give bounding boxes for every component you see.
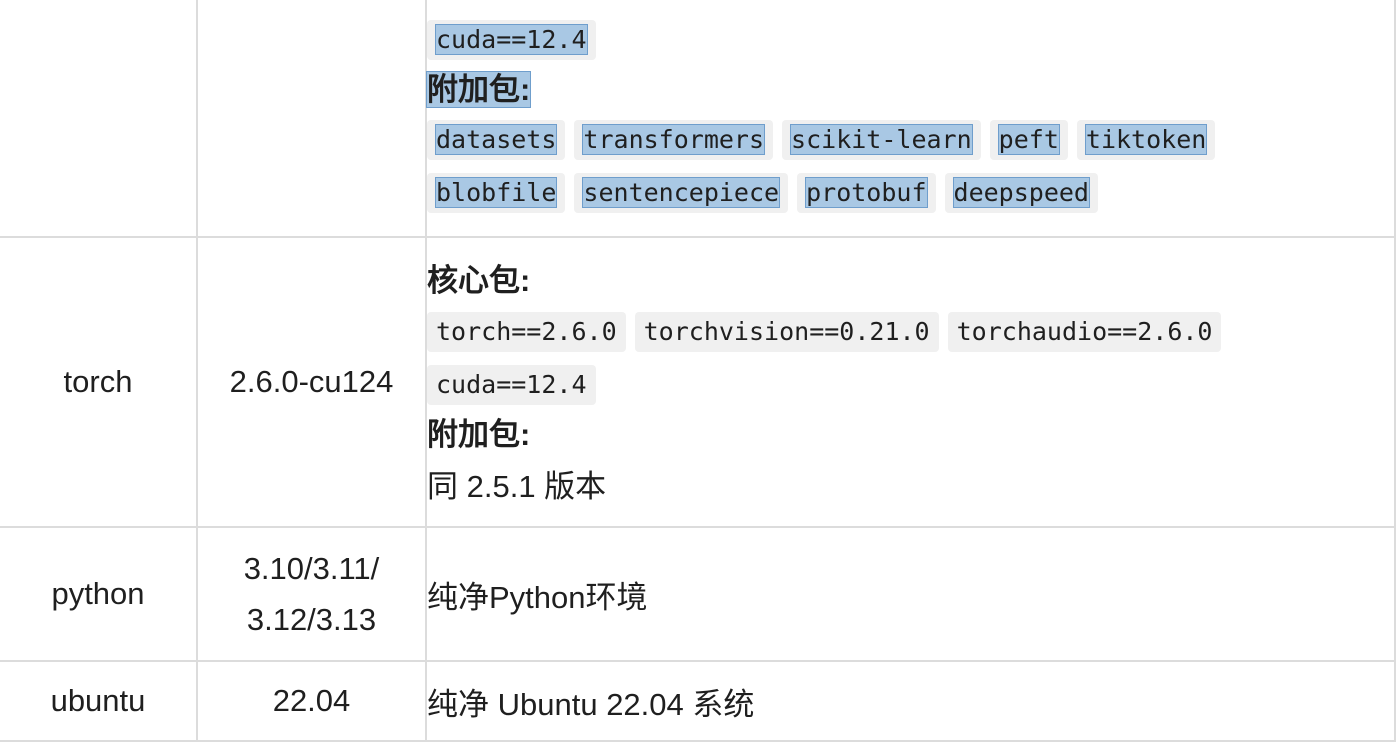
table-row: torch 2.6.0-cu124 核心包: torch==2.6.0 torch…	[0, 236, 1396, 528]
version-line: 3.12/3.13	[246, 602, 377, 637]
package-chip: blobfile	[427, 173, 566, 213]
package-chip: cuda==12.4	[427, 365, 596, 405]
env-description-cell: 纯净Python环境	[425, 526, 1396, 662]
env-description-cell: cuda==12.4 附加包: datasets transformers scik…	[425, 0, 1396, 238]
extra-packages-note: 同 2.5.1 版本	[427, 469, 607, 504]
env-name-cell: torch	[0, 236, 198, 528]
extra-packages-heading: 附加包:	[425, 71, 532, 108]
package-chip: protobuf	[797, 173, 936, 213]
env-version-cell: 22.04	[196, 660, 427, 742]
table-row: python 3.10/3.11/ 3.12/3.13 纯净Python环境	[0, 526, 1396, 662]
core-package-list: torch==2.6.0 torchvision==0.21.0 torchaudi…	[427, 312, 1394, 418]
core-packages-heading: 核心包:	[427, 263, 531, 298]
table-row: cuda==12.4 附加包: datasets transformers scik…	[0, 0, 1396, 238]
package-chip: transformers	[574, 120, 774, 160]
env-description-cell: 纯净 Ubuntu 22.04 系统	[425, 660, 1396, 742]
package-chip: sentencepiece	[574, 173, 789, 213]
package-chip: deepspeed	[944, 173, 1098, 213]
package-chip: scikit-learn	[782, 120, 981, 160]
env-name-cell: ubuntu	[0, 660, 198, 742]
extra-package-list: datasets transformers scikit-learn peft tikt…	[427, 120, 1394, 226]
package-chip: cuda==12.4	[427, 20, 596, 60]
table-row: ubuntu 22.04 纯净 Ubuntu 22.04 系统	[0, 660, 1396, 742]
package-chip: tiktoken	[1076, 120, 1216, 160]
environment-table: cuda==12.4 附加包: datasets transformers scik…	[0, 0, 1396, 742]
env-version-cell: 2.6.0-cu124	[196, 236, 427, 528]
env-description-cell: 核心包: torch==2.6.0 torchvision==0.21.0 torc…	[425, 236, 1396, 528]
env-version-cell: 3.10/3.11/ 3.12/3.13	[196, 526, 427, 662]
extra-packages-heading: 附加包:	[427, 417, 531, 452]
env-name-cell: python	[0, 526, 198, 662]
package-chip: datasets	[427, 120, 566, 160]
package-chip: torch==2.6.0	[427, 312, 626, 352]
version-line: 3.10/3.11/	[243, 551, 380, 586]
env-version-cell	[196, 0, 427, 238]
env-name-cell	[0, 0, 198, 238]
package-chip: torchaudio==2.6.0	[947, 312, 1222, 352]
package-chip: peft	[989, 120, 1068, 160]
core-package-list: cuda==12.4	[427, 20, 1394, 73]
package-chip: torchvision==0.21.0	[634, 312, 939, 352]
